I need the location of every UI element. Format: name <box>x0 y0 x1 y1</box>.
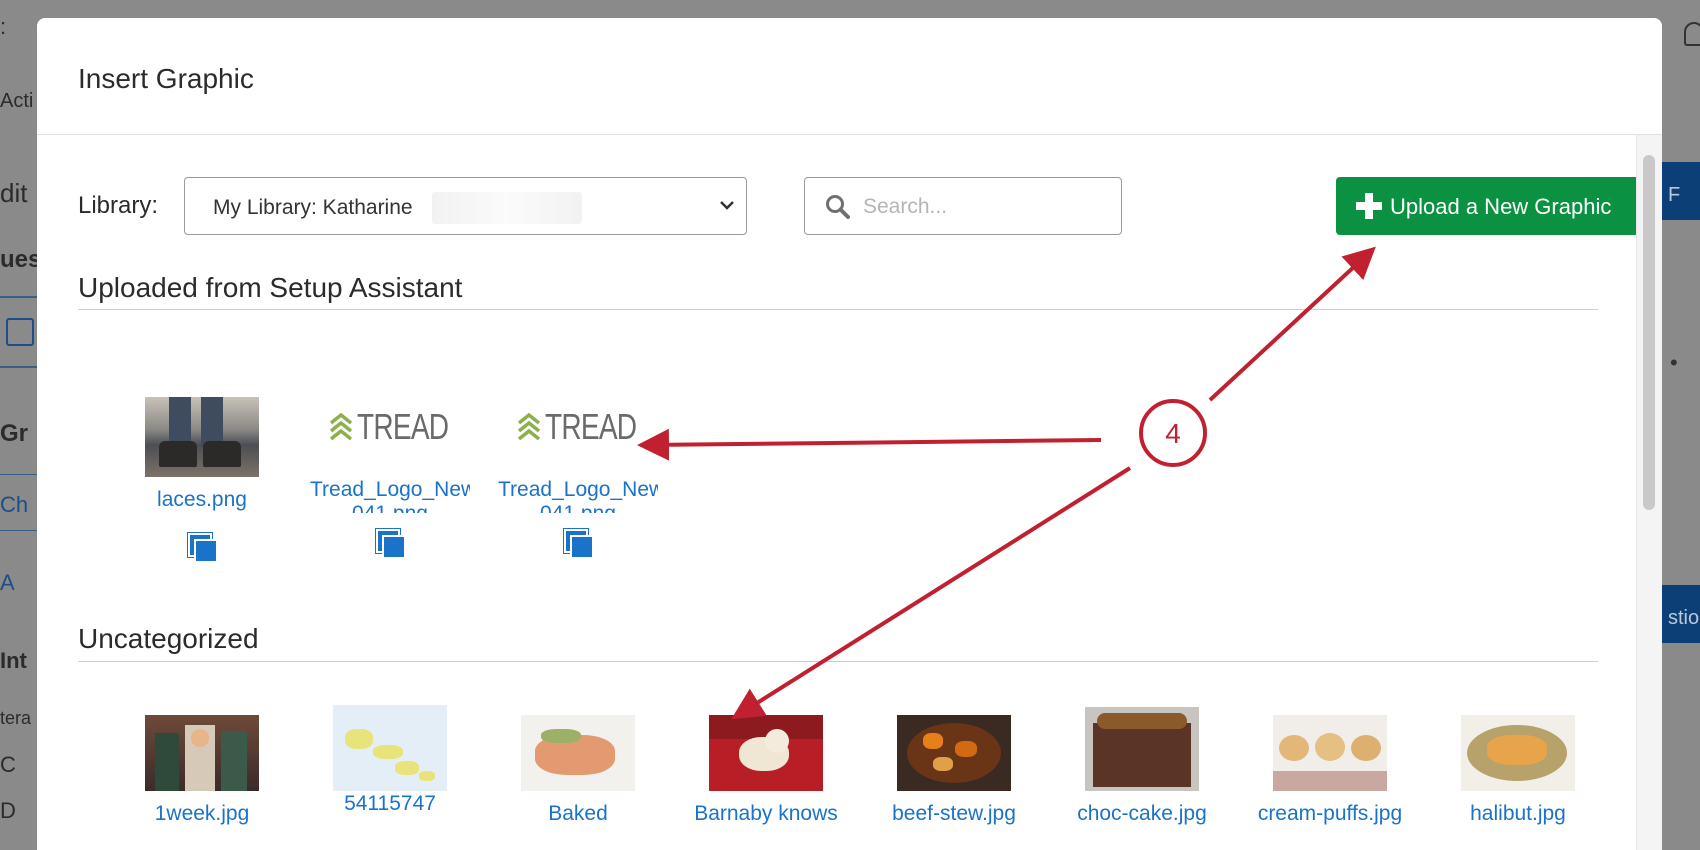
search-field[interactable] <box>804 177 1122 235</box>
graphic-tile[interactable]: 54115747 <box>310 705 470 821</box>
thumbnail-image[interactable] <box>897 715 1011 791</box>
bg-blue-button: F <box>1662 162 1700 220</box>
plus-icon <box>1356 193 1382 219</box>
scrollbar-thumb[interactable] <box>1643 155 1655 510</box>
thumbnail-image[interactable] <box>1461 715 1575 791</box>
bg-fragment: Acti <box>0 90 34 112</box>
chevron-down-icon <box>720 201 734 210</box>
thumbnail-image[interactable] <box>333 705 447 791</box>
graphic-tile[interactable]: TREAD Tread_Logo_New 041.png <box>498 397 658 559</box>
section-title-uncategorized: Uncategorized <box>78 623 259 654</box>
copy-icon[interactable] <box>187 532 218 563</box>
thumbnail-image[interactable] <box>145 715 259 791</box>
thumbnail-laces[interactable] <box>145 397 259 477</box>
bg-divider <box>0 296 38 298</box>
tread-logo-text: TREAD <box>544 406 637 447</box>
dialog-toolbar: Library: My Library: Katharine Upload a … <box>78 177 1639 237</box>
bell-icon <box>1684 22 1700 46</box>
graphic-tile[interactable]: beef-stew.jpg <box>874 705 1034 831</box>
background-right-panel: F • stio <box>1662 0 1700 850</box>
bg-fragment: Ch <box>0 492 29 517</box>
dialog-header: Insert Graphic <box>37 18 1662 135</box>
graphic-tile[interactable]: laces.png <box>122 397 282 563</box>
section-title-setup-assistant: Uploaded from Setup Assistant <box>78 272 463 303</box>
graphic-tile[interactable]: halibut.jpg <box>1438 705 1598 831</box>
bg-fragment: : <box>0 14 7 39</box>
bg-divider <box>0 530 38 531</box>
thumbnail-image[interactable] <box>1085 707 1199 791</box>
library-select[interactable]: My Library: Katharine <box>184 177 747 235</box>
graphic-name-link[interactable]: cream-puffs.jpg <box>1250 801 1410 831</box>
thumbnail-tread-logo[interactable]: TREAD <box>513 397 643 457</box>
background-left-panel: : Acti dit ues Gr Ch A Int tera C D <box>0 0 42 850</box>
dialog-title: Insert Graphic <box>78 63 254 94</box>
graphic-name-link[interactable]: beef-stew.jpg <box>874 801 1034 831</box>
chevron-up-logo-icon <box>517 412 540 441</box>
bg-fragment: Int <box>0 648 27 673</box>
thumbnail-image[interactable] <box>709 715 823 791</box>
bg-divider <box>0 366 38 368</box>
copy-icon[interactable] <box>375 528 406 559</box>
bg-fragment: Gr <box>0 420 29 447</box>
redacted-name <box>432 192 582 224</box>
section-divider <box>78 309 1598 310</box>
upload-new-graphic-button[interactable]: Upload a New Graphic <box>1336 177 1639 235</box>
search-input[interactable] <box>863 190 1103 224</box>
insert-graphic-dialog: Insert Graphic Library: My Library: Kath… <box>37 18 1662 850</box>
bg-fragment: A <box>0 570 15 595</box>
search-icon <box>826 195 850 219</box>
graphic-name-link[interactable]: laces.png <box>122 487 282 517</box>
upload-button-label: Upload a New Graphic <box>1390 194 1612 219</box>
bg-divider <box>0 474 38 475</box>
library-select-value: My Library: Katharine <box>213 196 413 219</box>
graphic-name-link[interactable]: halibut.jpg <box>1438 801 1598 831</box>
graphic-name-link[interactable]: Barnaby knows <box>686 801 846 831</box>
thumbnail-tread-logo[interactable]: TREAD <box>325 397 455 457</box>
graphic-tile[interactable]: cream-puffs.jpg <box>1250 705 1410 831</box>
dialog-body: Library: My Library: Katharine Upload a … <box>37 135 1662 850</box>
copy-icon[interactable] <box>563 528 594 559</box>
thumbnail-image[interactable] <box>521 715 635 791</box>
graphic-tile[interactable]: Barnaby knows <box>686 705 846 831</box>
bg-copy-icon <box>6 318 34 346</box>
section-divider <box>78 661 1598 662</box>
bg-fragment: tera <box>0 708 32 728</box>
bg-fragment: ues <box>0 246 42 273</box>
bg-dot: • <box>1670 350 1678 375</box>
bg-fragment: D <box>0 798 16 823</box>
bg-fragment: C <box>0 752 16 777</box>
bg-blue-button: stio <box>1662 585 1700 643</box>
bg-fragment: dit <box>0 178 28 208</box>
graphic-name-link[interactable]: 1week.jpg <box>122 801 282 831</box>
graphic-name-link[interactable]: Baked <box>498 801 658 831</box>
graphic-tile[interactable]: 1week.jpg <box>122 705 282 831</box>
library-label: Library: <box>78 192 159 219</box>
graphic-tile[interactable]: Baked <box>498 705 658 831</box>
dialog-scrollbar[interactable] <box>1636 135 1662 850</box>
thumbnail-image[interactable] <box>1273 715 1387 791</box>
tread-logo-text: TREAD <box>356 406 449 447</box>
chevron-up-logo-icon <box>329 412 352 441</box>
graphic-name-link[interactable]: choc-cake.jpg <box>1062 801 1222 831</box>
graphic-name-link[interactable]: 54115747 <box>310 791 470 821</box>
graphic-tile[interactable]: TREAD Tread_Logo_New 041.png <box>310 397 470 559</box>
graphic-tile[interactable]: choc-cake.jpg <box>1062 705 1222 831</box>
